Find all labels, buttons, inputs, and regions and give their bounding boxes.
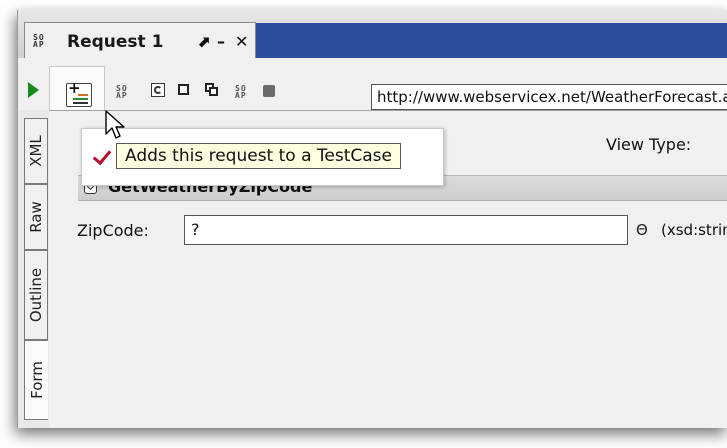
title-bar: SO AP Request 1 ⬈ – ✕: [18, 10, 727, 59]
detach-icon[interactable]: ⬈: [197, 32, 210, 51]
add-to-testcase-button[interactable]: +: [49, 66, 105, 116]
checkmark-icon: [92, 145, 112, 166]
refresh-icon[interactable]: [151, 83, 165, 97]
soap-icon: SO AP: [33, 33, 45, 49]
tab-raw[interactable]: Raw: [24, 184, 48, 250]
request-editor-window: SO AP Request 1 ⬈ – ✕ + SO AP SO AP http://…: [17, 10, 727, 428]
field-type-label: (xsd:string): [661, 221, 727, 239]
single-window-icon[interactable]: [178, 84, 189, 95]
zipcode-label: ZipCode:: [77, 221, 149, 240]
play-icon[interactable]: [28, 82, 39, 98]
add-to-testcase-icon: +: [66, 79, 92, 107]
clear-value-icon[interactable]: Θ: [636, 221, 648, 239]
tab-request-1[interactable]: SO AP Request 1 ⬈ – ✕: [24, 22, 256, 59]
side-tab-strip: XML Raw Outline Form: [18, 110, 49, 428]
tile-windows-icon[interactable]: [205, 83, 218, 96]
close-icon[interactable]: ✕: [235, 32, 248, 51]
tab-xml[interactable]: XML: [24, 118, 48, 184]
soap-icon[interactable]: SO AP: [235, 85, 247, 100]
minimize-icon[interactable]: –: [217, 32, 225, 51]
title-bar-fill: [256, 23, 727, 58]
toolbar: + SO AP SO AP http://www.webservicex.net/W…: [18, 58, 727, 116]
tooltip-overlay: Adds this request to a TestCase: [81, 128, 444, 186]
endpoint-url-input[interactable]: http://www.webservicex.net/WeatherForeca…: [371, 84, 727, 110]
tab-form[interactable]: Form: [24, 340, 48, 420]
stop-icon[interactable]: [263, 85, 275, 97]
tooltip: Adds this request to a TestCase: [116, 143, 401, 169]
tab-title: Request 1: [67, 32, 164, 52]
tab-outline[interactable]: Outline: [24, 250, 48, 340]
soap-icon[interactable]: SO AP: [116, 85, 128, 100]
zipcode-input[interactable]: ?: [184, 215, 628, 245]
view-type-label[interactable]: View Type:: [606, 135, 691, 154]
mouse-pointer-icon: [105, 110, 125, 139]
